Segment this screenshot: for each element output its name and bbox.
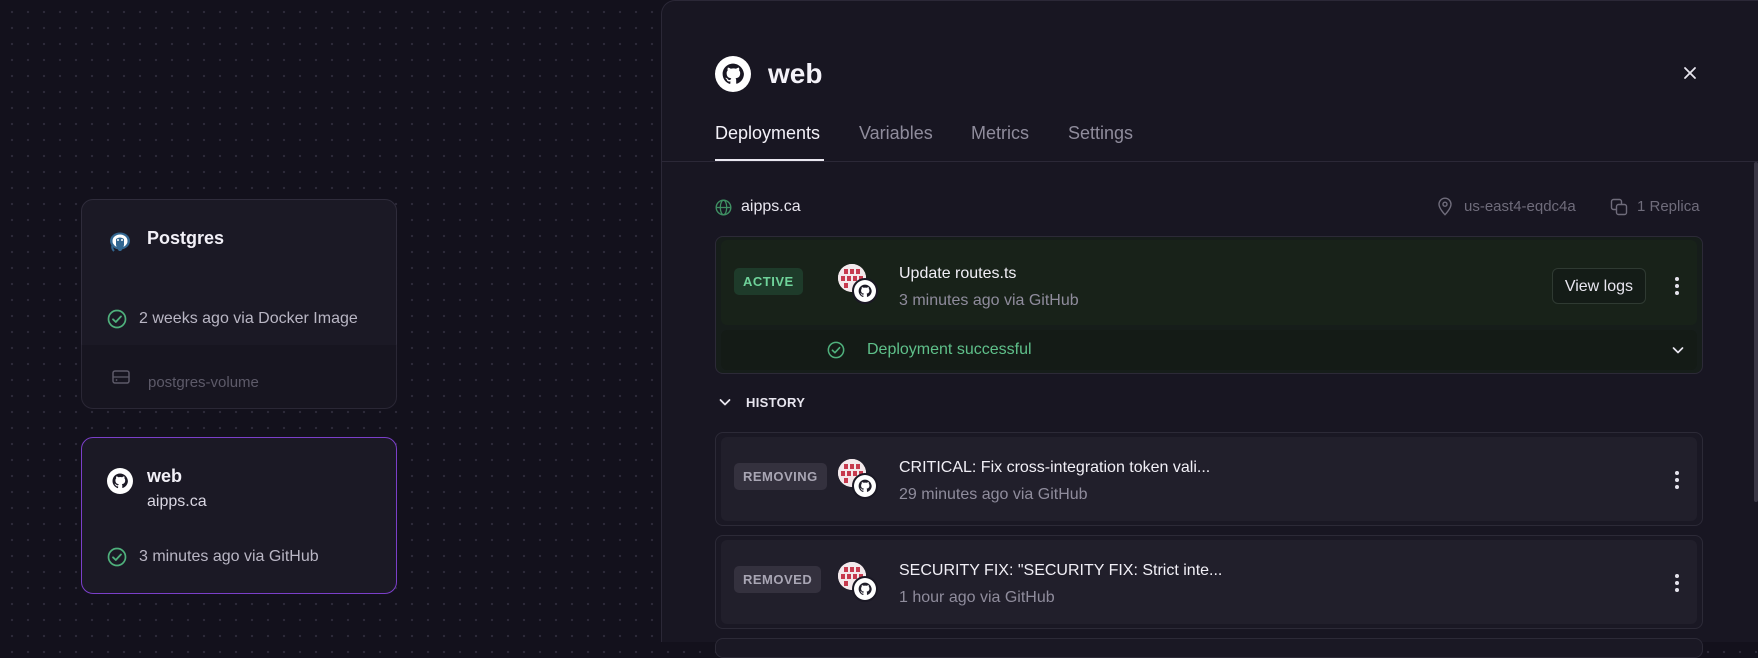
service-detail-panel: web Deployments Variables Metrics Settin… [661, 0, 1758, 658]
replica-count: 1 Replica [1637, 198, 1700, 215]
copy-icon [1610, 198, 1628, 216]
check-circle-icon [827, 341, 845, 359]
history-deployment-row[interactable]: REMOVED SECURITY FIX: "SECURITY FIX: Str… [721, 540, 1697, 624]
deployment-commit-message: Update routes.ts [899, 265, 1017, 282]
tab-variables[interactable]: Variables [859, 123, 933, 144]
deployment-commit-message: SECURITY FIX: "SECURITY FIX: Strict inte… [899, 562, 1223, 579]
author-avatar [838, 459, 878, 499]
service-domain-link[interactable]: aipps.ca [741, 198, 801, 216]
github-icon [852, 278, 878, 304]
deployment-commit-message: CRITICAL: Fix cross-integration token va… [899, 459, 1211, 476]
status-badge-active: ACTIVE [734, 268, 803, 295]
github-icon [852, 473, 878, 499]
tabs-divider [662, 161, 1758, 162]
view-logs-button[interactable]: View logs [1551, 268, 1646, 304]
history-deployment-card[interactable]: REMOVED SECURITY FIX: "SECURITY FIX: Str… [715, 535, 1703, 629]
panel-title: web [768, 58, 823, 89]
deployment-status-text: Deployment successful [867, 341, 1032, 358]
history-section-toggle[interactable]: HISTORY [746, 395, 805, 410]
github-icon [107, 468, 133, 494]
tab-settings[interactable]: Settings [1068, 123, 1133, 144]
history-deployment-card[interactable]: REMOVING CRITICAL: Fix cross-integration… [715, 432, 1703, 526]
tab-deployments[interactable]: Deployments [715, 123, 820, 144]
postgres-card-title: Postgres [147, 228, 225, 248]
scrollbar[interactable] [1754, 162, 1758, 502]
tab-metrics[interactable]: Metrics [971, 123, 1029, 144]
active-deployment-card[interactable]: ACTIVE Update routes.ts 3 minutes ago vi… [715, 236, 1703, 374]
web-card-title: web [147, 466, 183, 486]
deployment-time: 3 minutes ago via GitHub [899, 292, 1079, 309]
globe-icon [715, 199, 732, 216]
hard-drive-icon [112, 370, 130, 384]
map-pin-icon [1437, 197, 1453, 216]
check-circle-icon [107, 547, 127, 567]
postgres-elephant-icon [107, 230, 133, 256]
volume-name: postgres-volume [148, 374, 259, 391]
chevron-down-icon[interactable] [718, 395, 732, 409]
check-circle-icon [107, 309, 127, 329]
web-service-card[interactable]: web aipps.ca 3 minutes ago via GitHub [81, 437, 397, 594]
history-deployment-card[interactable] [715, 638, 1703, 658]
deployment-time: 1 hour ago via GitHub [899, 589, 1055, 606]
postgres-deploy-status: 2 weeks ago via Docker Image [139, 310, 358, 327]
active-deployment-row[interactable]: ACTIVE Update routes.ts 3 minutes ago vi… [721, 240, 1697, 325]
author-avatar [838, 264, 878, 304]
postgres-volume[interactable]: postgres-volume [81, 345, 397, 409]
github-icon [715, 56, 751, 92]
history-deployment-row[interactable]: REMOVING CRITICAL: Fix cross-integration… [721, 437, 1697, 521]
postgres-service-card[interactable]: Postgres 2 weeks ago via Docker Image [81, 199, 397, 356]
status-badge-removing: REMOVING [734, 463, 827, 490]
more-options-icon[interactable] [1668, 572, 1686, 594]
deployment-status-row[interactable]: Deployment successful [721, 330, 1697, 370]
region-label: us-east4-eqdc4a [1464, 198, 1576, 215]
web-deploy-status: 3 minutes ago via GitHub [139, 548, 319, 565]
more-options-icon[interactable] [1668, 469, 1686, 491]
web-card-domain[interactable]: aipps.ca [147, 493, 207, 511]
author-avatar [838, 562, 878, 602]
chevron-down-icon[interactable] [1671, 343, 1685, 357]
status-badge-removed: REMOVED [734, 566, 822, 593]
more-options-icon[interactable] [1668, 275, 1686, 297]
deployment-time: 29 minutes ago via GitHub [899, 486, 1088, 503]
github-icon [852, 576, 878, 602]
close-icon[interactable] [1683, 66, 1697, 80]
